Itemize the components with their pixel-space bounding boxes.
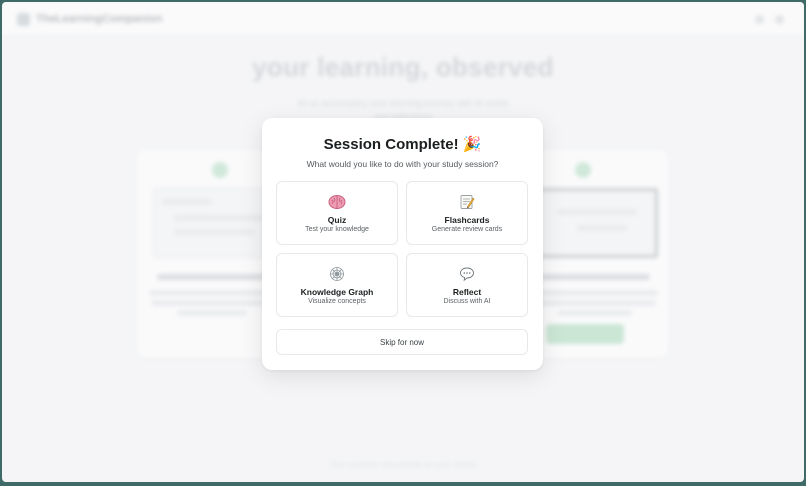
option-description: Test your knowledge — [305, 226, 369, 233]
flashcards-option-button[interactable]: Flashcards Generate review cards — [406, 181, 528, 245]
app-window: TheLearningCompanion your learning, obse… — [2, 2, 804, 482]
skip-button[interactable]: Skip for now — [276, 329, 528, 355]
quiz-option-button[interactable]: Quiz Test your knowledge — [276, 181, 398, 245]
option-label: Knowledge Graph — [300, 287, 374, 297]
option-description: Generate review cards — [431, 226, 503, 233]
modal-title: Session Complete! 🎉 — [323, 136, 482, 153]
speech-bubble-icon — [407, 266, 527, 282]
session-complete-modal: Session Complete! 🎉 What would you like … — [262, 118, 543, 370]
reflect-option-button[interactable]: Reflect Discuss with AI — [406, 253, 528, 317]
knowledge-graph-option-button[interactable]: Knowledge Graph Visualize concepts — [276, 253, 398, 317]
option-label: Flashcards — [444, 215, 490, 225]
memo-icon — [407, 194, 527, 210]
graph-icon — [277, 266, 397, 282]
modal-subtitle: What would you like to do with your stud… — [306, 159, 499, 169]
option-label: Reflect — [452, 287, 482, 297]
brain-icon — [277, 194, 397, 210]
option-label: Quiz — [327, 215, 347, 225]
option-description: Visualize concepts — [308, 298, 366, 305]
option-description: Discuss with AI — [443, 298, 491, 305]
